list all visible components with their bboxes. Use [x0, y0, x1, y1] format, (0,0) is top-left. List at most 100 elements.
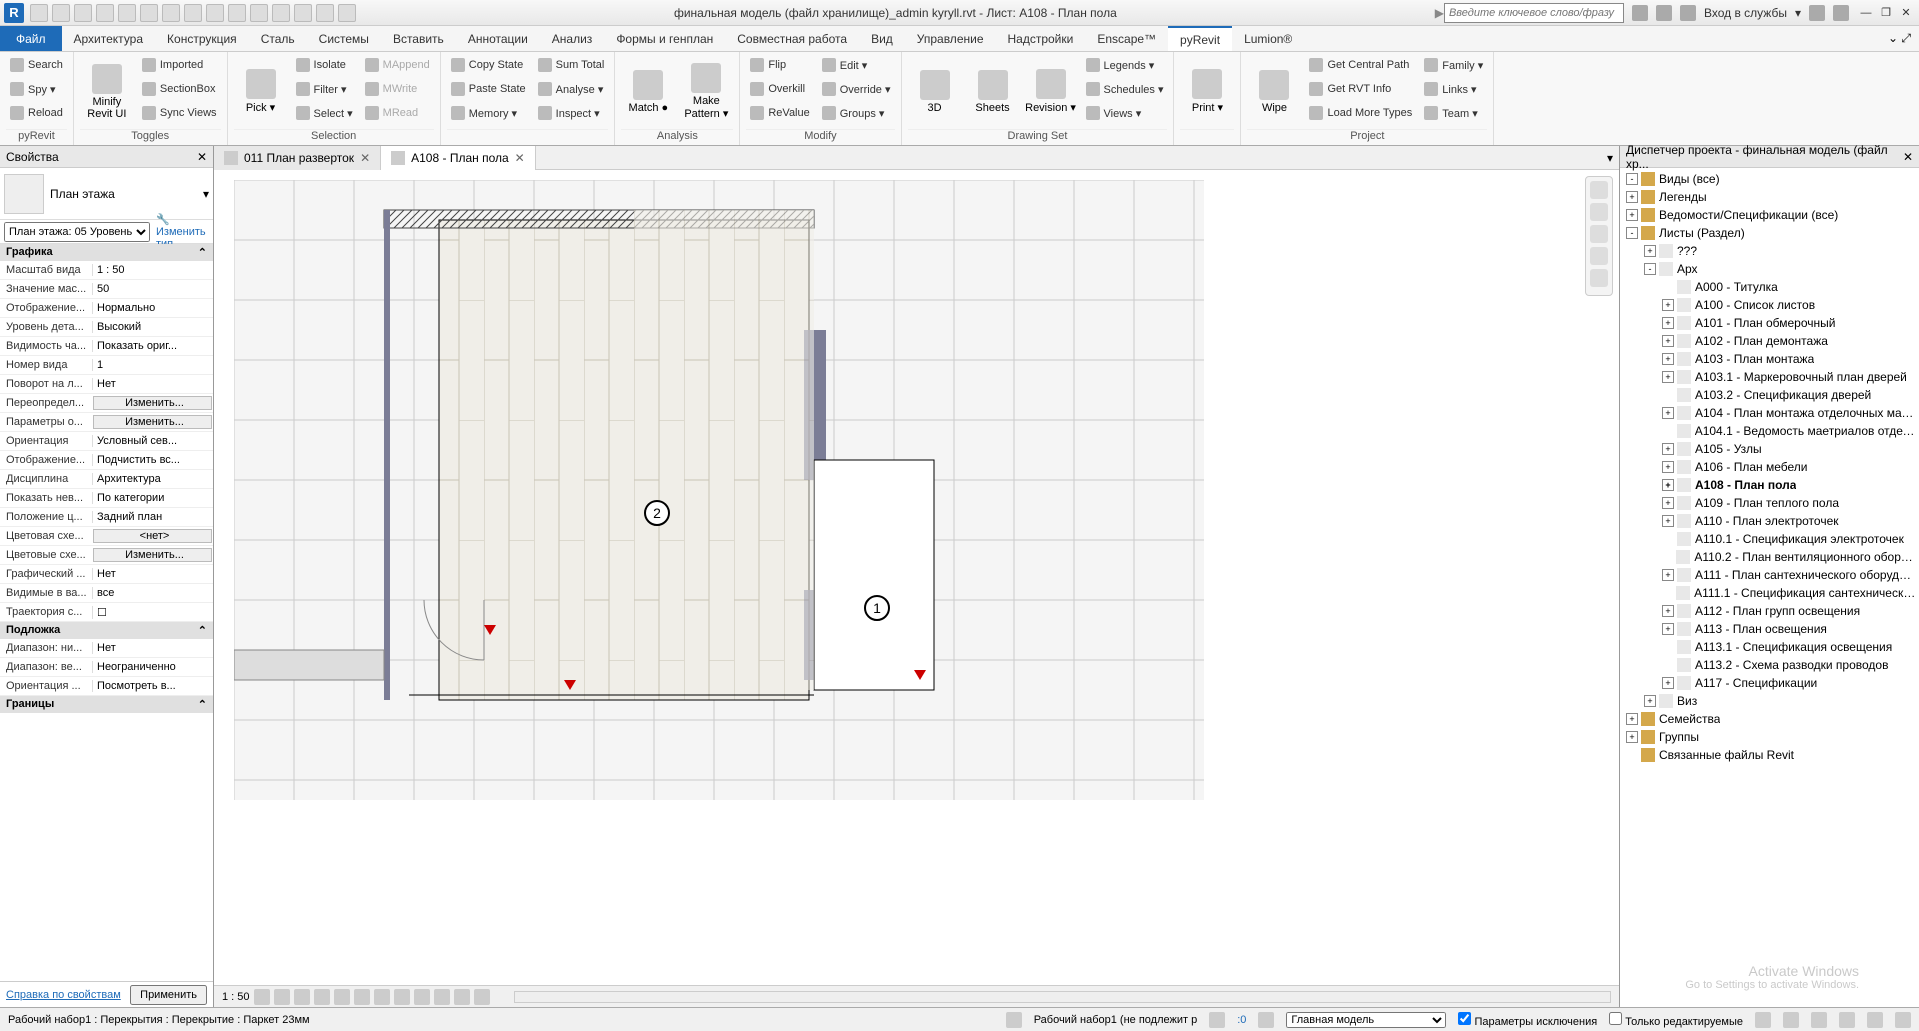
ribbon-button[interactable]: Sum Total: [534, 54, 609, 76]
crop-region-icon[interactable]: [374, 989, 390, 1005]
ribbon-button[interactable]: Inspect ▾: [534, 102, 609, 124]
tree-expand-icon[interactable]: +: [1662, 461, 1674, 473]
ribbon-button[interactable]: Paste State: [447, 78, 530, 100]
prop-value[interactable]: Архитектура: [92, 473, 213, 485]
tree-node[interactable]: A104.1 - Ведомость маетриалов отделки: [1622, 422, 1917, 440]
tree-expand-icon[interactable]: +: [1662, 317, 1674, 329]
nav-orbit-icon[interactable]: [1590, 269, 1608, 287]
prop-value[interactable]: По категории: [92, 492, 213, 504]
tree-node[interactable]: +A105 - Узлы: [1622, 440, 1917, 458]
nav-zoom-icon[interactable]: [1590, 247, 1608, 265]
prop-value[interactable]: Показать ориг...: [92, 340, 213, 352]
tree-node[interactable]: +Семейства: [1622, 710, 1917, 728]
ribbon-button[interactable]: Copy State: [447, 54, 530, 76]
tab-конструкция[interactable]: Конструкция: [155, 26, 249, 51]
reveal-icon[interactable]: [434, 989, 450, 1005]
tab-системы[interactable]: Системы: [307, 26, 381, 51]
tree-node[interactable]: -Виды (все): [1622, 170, 1917, 188]
view-tab[interactable]: 011 План разверток✕: [214, 146, 381, 170]
help-icon[interactable]: [1833, 5, 1849, 21]
prop-value[interactable]: Изменить...: [93, 548, 212, 562]
view-tabs-dd-icon[interactable]: ▾: [1601, 151, 1619, 165]
qat-dim-icon[interactable]: [184, 4, 202, 22]
tree-node[interactable]: +A104 - План монтажа отделочных матери: [1622, 404, 1917, 422]
qat-print-icon[interactable]: [140, 4, 158, 22]
maximize-button[interactable]: ❐: [1877, 5, 1895, 21]
ribbon-big-button[interactable]: Match ●: [621, 54, 675, 129]
browser-close-icon[interactable]: ✕: [1903, 150, 1913, 164]
qat-redo-icon[interactable]: [118, 4, 136, 22]
tree-node[interactable]: -Арх: [1622, 260, 1917, 278]
prop-value[interactable]: Условный сев...: [92, 435, 213, 447]
tree-expand-icon[interactable]: +: [1662, 677, 1674, 689]
ribbon-big-button[interactable]: 3D: [908, 54, 962, 129]
select-links-icon[interactable]: [1755, 1012, 1771, 1028]
tree-node[interactable]: +Легенды: [1622, 188, 1917, 206]
tab-совместная-работа[interactable]: Совместная работа: [725, 26, 859, 51]
ribbon-button[interactable]: Flip: [746, 54, 813, 76]
ribbon-button[interactable]: Family ▾: [1420, 54, 1487, 76]
prop-value[interactable]: Нет: [92, 642, 213, 654]
ribbon-button[interactable]: Team ▾: [1420, 102, 1487, 124]
tree-node[interactable]: +A110 - План электроточек: [1622, 512, 1917, 530]
tab-надстройки[interactable]: Надстройки: [996, 26, 1086, 51]
drawing-canvas[interactable]: 2 1: [214, 170, 1619, 985]
tree-node[interactable]: A111.1 - Спецификация сантехнического о: [1622, 584, 1917, 602]
prop-value[interactable]: Нормально: [92, 302, 213, 314]
qat-close-icon[interactable]: [294, 4, 312, 22]
ribbon-big-button[interactable]: Wipe: [1247, 54, 1301, 129]
ribbon-button[interactable]: Groups ▾: [818, 102, 895, 124]
tree-node[interactable]: +A113 - План освещения: [1622, 620, 1917, 638]
prop-value[interactable]: Высокий: [92, 321, 213, 333]
qat-switch-icon[interactable]: [316, 4, 334, 22]
nav-2d-icon[interactable]: [1590, 203, 1608, 221]
ribbon-button[interactable]: Override ▾: [818, 78, 895, 100]
tree-expand-icon[interactable]: +: [1662, 407, 1674, 419]
qat-3d-icon[interactable]: [228, 4, 246, 22]
ribbon-button[interactable]: Search: [6, 54, 67, 76]
ribbon-big-button[interactable]: Sheets: [966, 54, 1020, 129]
tree-expand-icon[interactable]: +: [1626, 731, 1638, 743]
comm-icon[interactable]: [1656, 5, 1672, 21]
ribbon-button[interactable]: ReValue: [746, 102, 813, 124]
tree-node[interactable]: +A100 - Список листов: [1622, 296, 1917, 314]
ribbon-button[interactable]: Sync Views: [138, 102, 221, 124]
tree-node[interactable]: +A109 - План теплого пола: [1622, 494, 1917, 512]
ribbon-button[interactable]: Filter ▾: [292, 78, 357, 100]
tree-node[interactable]: +A103.1 - Маркеровочный план дверей: [1622, 368, 1917, 386]
prop-value[interactable]: Посмотреть в...: [92, 680, 213, 692]
nav-home-icon[interactable]: [1590, 181, 1608, 199]
tree-node[interactable]: A110.1 - Спецификация электроточек: [1622, 530, 1917, 548]
ribbon-button[interactable]: Isolate: [292, 54, 357, 76]
nav-pan-icon[interactable]: [1590, 225, 1608, 243]
tab-сталь[interactable]: Сталь: [249, 26, 307, 51]
qat-save-icon[interactable]: [52, 4, 70, 22]
tree-expand-icon[interactable]: +: [1662, 299, 1674, 311]
ribbon-button[interactable]: Imported: [138, 54, 221, 76]
tree-node[interactable]: +A117 - Спецификации: [1622, 674, 1917, 692]
qat-text-icon[interactable]: [206, 4, 224, 22]
tab-вставить[interactable]: Вставить: [381, 26, 456, 51]
ribbon-button[interactable]: Legends ▾: [1082, 54, 1168, 76]
tree-expand-icon[interactable]: +: [1644, 695, 1656, 707]
ribbon-big-button[interactable]: Make Pattern ▾: [679, 54, 733, 129]
prop-value[interactable]: Изменить...: [93, 396, 212, 410]
tree-node[interactable]: +A108 - План пола: [1622, 476, 1917, 494]
tree-node[interactable]: A113.2 - Схема разводки проводов: [1622, 656, 1917, 674]
tree-expand-icon[interactable]: +: [1662, 569, 1674, 581]
tab-file[interactable]: Файл: [0, 26, 62, 51]
select-pinned-icon[interactable]: [1811, 1012, 1827, 1028]
tree-node[interactable]: +A106 - План мебели: [1622, 458, 1917, 476]
type-dd-icon[interactable]: ▾: [203, 187, 209, 201]
tree-node[interactable]: +A111 - План сантехнического оборудован: [1622, 566, 1917, 584]
tree-expand-icon[interactable]: +: [1626, 209, 1638, 221]
temp-hide-icon[interactable]: [414, 989, 430, 1005]
qat-sync-icon[interactable]: [74, 4, 92, 22]
tab-аннотации[interactable]: Аннотации: [456, 26, 540, 51]
search-icon[interactable]: [1632, 5, 1648, 21]
detail-level-icon[interactable]: [254, 989, 270, 1005]
lock-icon[interactable]: [394, 989, 410, 1005]
ribbon-button[interactable]: Overkill: [746, 78, 813, 100]
ribbon-expand-icon[interactable]: ⌄ ⤢: [1880, 26, 1919, 51]
tree-expand-icon[interactable]: +: [1662, 605, 1674, 617]
